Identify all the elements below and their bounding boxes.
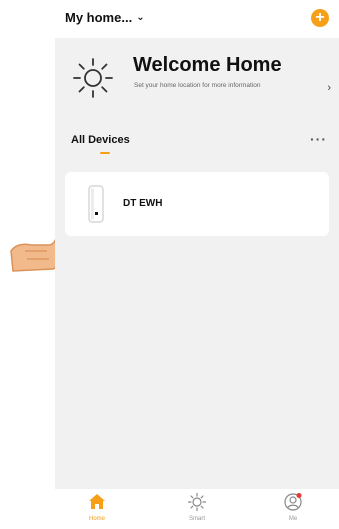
smart-sun-icon	[187, 492, 207, 512]
device-card[interactable]: DT EWH	[65, 172, 329, 236]
chevron-down-icon: ⌄	[136, 12, 145, 23]
tab-me[interactable]: Me	[263, 492, 323, 522]
tab-me-label: Me	[288, 516, 298, 522]
bottom-tab-bar: Home Smart Me	[55, 489, 339, 529]
app-screen: My home... ⌄ + Welcome Home Set your hom…	[55, 0, 339, 529]
top-bar: My home... ⌄ +	[55, 0, 339, 38]
home-selector[interactable]: My home... ⌄	[65, 10, 145, 25]
welcome-banner[interactable]: Welcome Home Set your home location for …	[55, 38, 339, 118]
welcome-title: Welcome Home	[133, 54, 282, 76]
tab-smart[interactable]: Smart	[167, 492, 227, 522]
devices-section-header: All Devices ···	[55, 128, 339, 158]
sun-icon	[73, 58, 113, 98]
tab-smart-label: Smart	[188, 516, 205, 522]
device-name: DT EWH	[123, 198, 163, 209]
more-options-button[interactable]: ···	[310, 131, 327, 147]
profile-icon	[284, 493, 302, 511]
tab-all-devices[interactable]: All Devices	[71, 134, 130, 146]
tab-home[interactable]: Home	[67, 492, 127, 522]
chevron-right-icon: ›	[327, 82, 331, 94]
home-icon	[89, 494, 105, 509]
add-device-button[interactable]: +	[311, 9, 329, 27]
home-name: My home...	[65, 10, 133, 25]
plus-icon: +	[315, 9, 325, 26]
tab-home-label: Home	[88, 516, 105, 522]
water-heater-icon	[88, 185, 104, 223]
active-tab-indicator	[100, 152, 110, 154]
welcome-subtitle: Set your home location for more informat…	[134, 82, 261, 89]
